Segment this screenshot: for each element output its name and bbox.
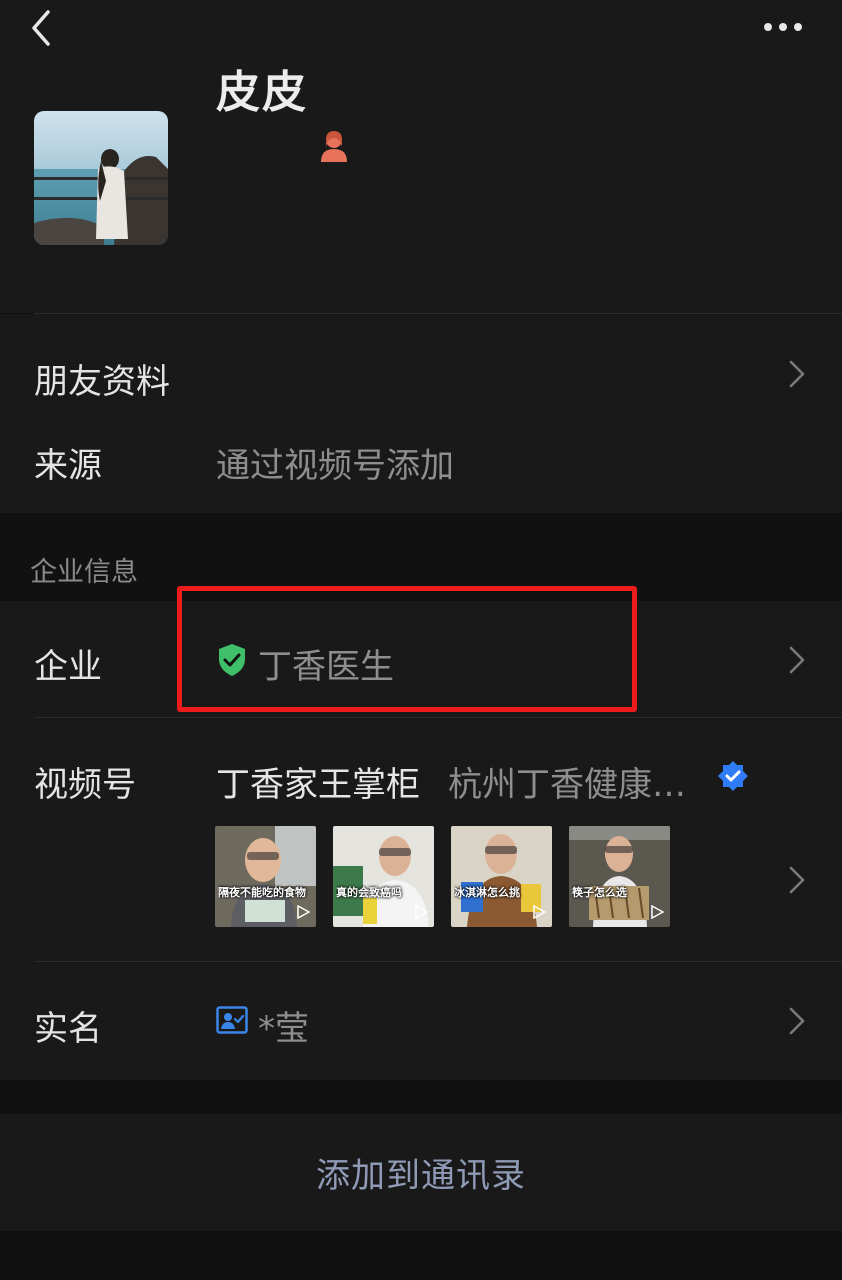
source-value: 通过视频号添加 [216, 446, 454, 486]
chevron-right-icon [789, 1007, 805, 1035]
realname-label: 实名 [34, 1009, 102, 1049]
source-label: 来源 [34, 446, 102, 486]
chevron-right-icon [789, 646, 805, 674]
verified-badge-icon [718, 761, 748, 791]
back-button[interactable] [26, 8, 60, 48]
avatar-image [34, 111, 168, 245]
play-icon [415, 905, 428, 919]
top-bar [0, 0, 842, 60]
highlight-box [177, 586, 637, 712]
video-thumbnail[interactable]: 筷子怎么选 [569, 826, 670, 927]
company-label: 企业 [34, 647, 102, 687]
video-caption: 隔夜不能吃的食物 [218, 886, 306, 899]
chevron-right-icon [789, 360, 805, 388]
realname-row[interactable] [0, 962, 842, 1080]
play-icon [297, 905, 310, 919]
video-thumbnail[interactable]: 冰淇淋怎么挑 [451, 826, 552, 927]
chevron-right-icon [789, 866, 805, 894]
video-thumbnail[interactable]: 真的会致癌吗 [333, 826, 434, 927]
video-caption: 筷子怎么选 [572, 886, 627, 899]
realname-value: *莹 [258, 1009, 309, 1049]
video-caption: 冰淇淋怎么挑 [454, 886, 520, 899]
enterprise-section-title: 企业信息 [30, 557, 138, 588]
add-to-contacts-button[interactable]: 添加到通讯录 [0, 1114, 842, 1231]
id-card-icon [216, 1006, 248, 1034]
more-options-button[interactable] [760, 14, 806, 40]
channels-label: 视频号 [34, 765, 136, 805]
avatar[interactable] [34, 111, 168, 245]
nickname: 皮皮 [216, 67, 308, 118]
play-icon [651, 905, 664, 919]
more-dots-icon [764, 23, 802, 31]
play-icon [533, 905, 546, 919]
video-caption: 真的会致癌吗 [336, 886, 402, 899]
channel-name: 丁香家王掌柜 [216, 765, 420, 805]
video-thumbnail[interactable]: 隔夜不能吃的食物 [215, 826, 316, 927]
channel-org: 杭州丁香健康… [448, 765, 686, 805]
friend-profile-label: 朋友资料 [34, 362, 170, 402]
add-to-contacts-label: 添加到通讯录 [316, 1156, 526, 1196]
female-gender-icon [318, 129, 350, 163]
chevron-left-icon [32, 10, 50, 46]
